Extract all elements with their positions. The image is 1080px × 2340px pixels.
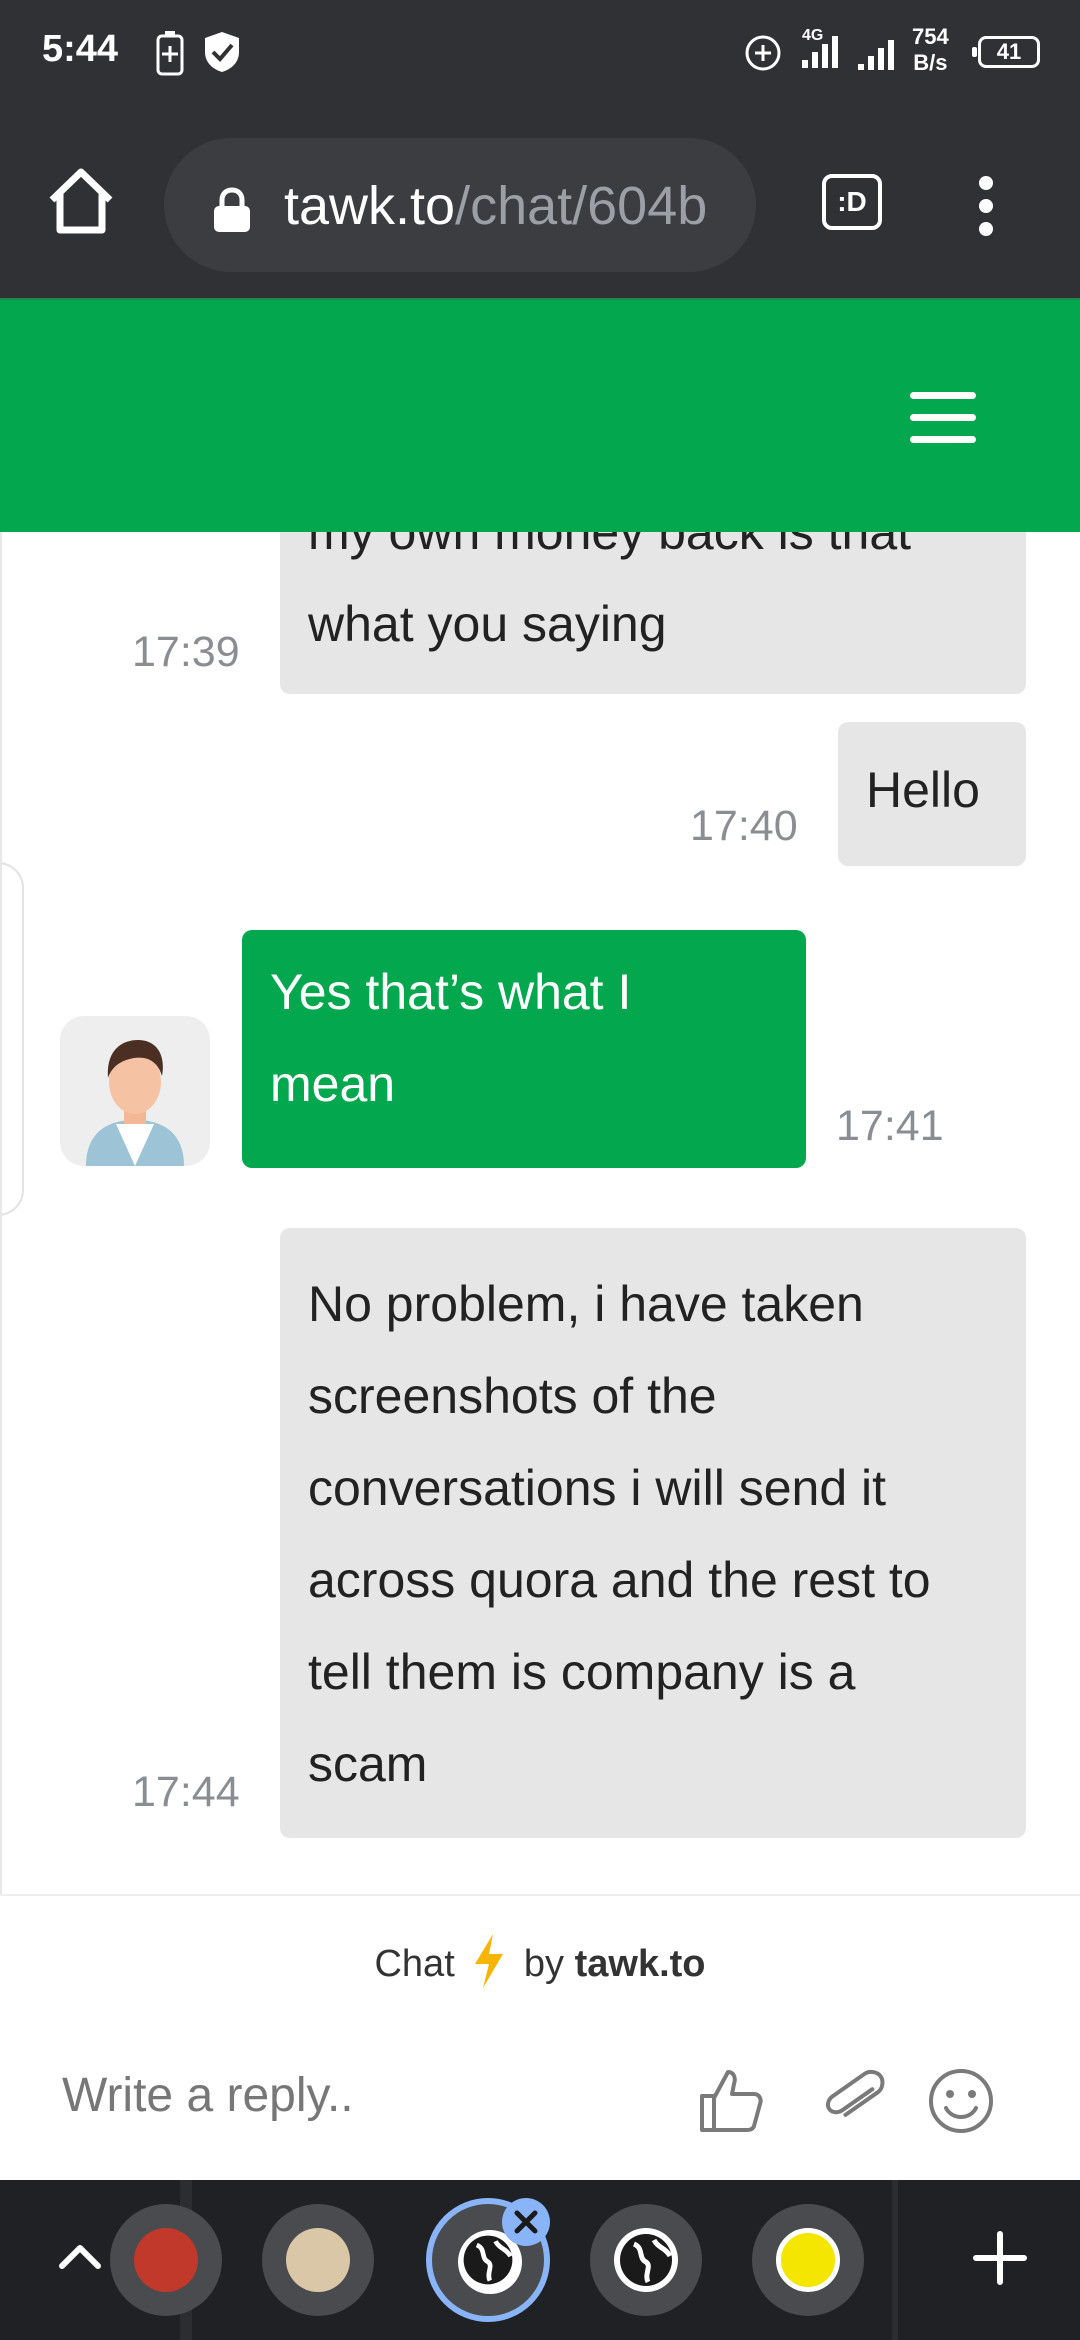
url-bar[interactable]: tawk.to/chat/604b: [164, 138, 756, 272]
tab-thumbnail-5[interactable]: [752, 2204, 864, 2316]
browser-tab-strip: [0, 2180, 1080, 2340]
emoji-icon[interactable]: [926, 2066, 996, 2141]
message-bubble: Yes that’s what I mean: [242, 930, 806, 1168]
message-line: No problem, i have taken: [308, 1276, 864, 1332]
agent-avatar: [60, 1016, 210, 1166]
message-list[interactable]: my own money back is that what you sayin…: [0, 532, 1080, 1894]
net-speed: 754 B/s: [912, 24, 949, 76]
reply-input[interactable]: Write a reply..: [62, 2068, 354, 2123]
signal-icon: 4G: [800, 24, 852, 77]
side-handle[interactable]: [2, 862, 24, 1216]
lightning-icon: [471, 1932, 507, 2000]
more-options-icon[interactable]: [964, 176, 1008, 236]
message-line: scam: [308, 1736, 428, 1792]
status-time: 5:44: [42, 28, 119, 70]
tab-thumbnail-4[interactable]: [590, 2204, 702, 2316]
message-timestamp: 17:41: [836, 1102, 944, 1150]
message-line: my own money back is that: [308, 532, 912, 560]
message-line: across quora and the rest to: [308, 1552, 931, 1608]
battery-saver-icon: [156, 30, 184, 81]
net-speed-value: 754: [912, 24, 949, 49]
tab-thumbnail-2[interactable]: [262, 2204, 374, 2316]
shield-icon: [202, 30, 242, 79]
tab-strip-divider: [892, 2180, 898, 2340]
message-line: Hello: [866, 762, 980, 818]
url-path: /chat/604b: [455, 176, 708, 236]
globe-icon: [614, 2228, 678, 2292]
message-line: what you saying: [308, 596, 667, 652]
url-domain: tawk.to: [284, 176, 456, 236]
signal-icon-2: [856, 38, 900, 77]
lock-icon: [210, 186, 254, 239]
message-line: conversations i will send it: [308, 1460, 887, 1516]
data-saver-icon: [744, 34, 782, 77]
message-timestamp: 17:39: [132, 628, 240, 676]
message-line: tell them is company is a: [308, 1644, 856, 1700]
message-line: mean: [270, 1056, 396, 1112]
close-tab-icon[interactable]: [502, 2198, 550, 2246]
url-text: tawk.to/chat/604b: [284, 174, 707, 238]
message-line: screenshots of the: [308, 1368, 717, 1424]
powered-by[interactable]: Chat by tawk.to: [0, 1894, 1080, 2022]
chevron-up-icon[interactable]: [54, 2236, 106, 2281]
svg-text:4G: 4G: [802, 27, 823, 44]
message-timestamp: 17:44: [132, 1768, 240, 1816]
powered-chat-label: Chat: [374, 1943, 455, 1986]
message-bubble: Hello: [838, 722, 1026, 866]
net-speed-unit: B/s: [913, 50, 948, 75]
status-bar: 5:44 4G 754 B/s 41: [0, 0, 1080, 106]
home-icon[interactable]: [44, 164, 118, 238]
message-bubble: No problem, i have taken screenshots of …: [280, 1228, 1026, 1838]
tab-switcher-button[interactable]: :D: [822, 174, 882, 230]
browser-toolbar: tawk.to/chat/604b :D: [0, 106, 1080, 298]
message-bubble: my own money back is that what you sayin…: [280, 532, 1026, 694]
powered-brand: tawk.to: [574, 1943, 706, 1986]
battery-icon: 41: [972, 36, 1040, 68]
battery-level: 41: [996, 39, 1022, 64]
message-line: Yes that’s what I: [270, 964, 632, 1020]
powered-by-label: by: [523, 1943, 565, 1986]
tab-thumbnail-1[interactable]: [110, 2204, 222, 2316]
attachment-icon[interactable]: [818, 2066, 888, 2141]
thumbs-up-icon[interactable]: [696, 2066, 766, 2141]
hamburger-menu-icon[interactable]: [910, 392, 976, 444]
new-tab-plus-icon[interactable]: [972, 2230, 1028, 2291]
message-timestamp: 17:40: [690, 802, 798, 850]
reply-bar: Write a reply..: [0, 2022, 1080, 2180]
chat-header: [0, 298, 1080, 532]
